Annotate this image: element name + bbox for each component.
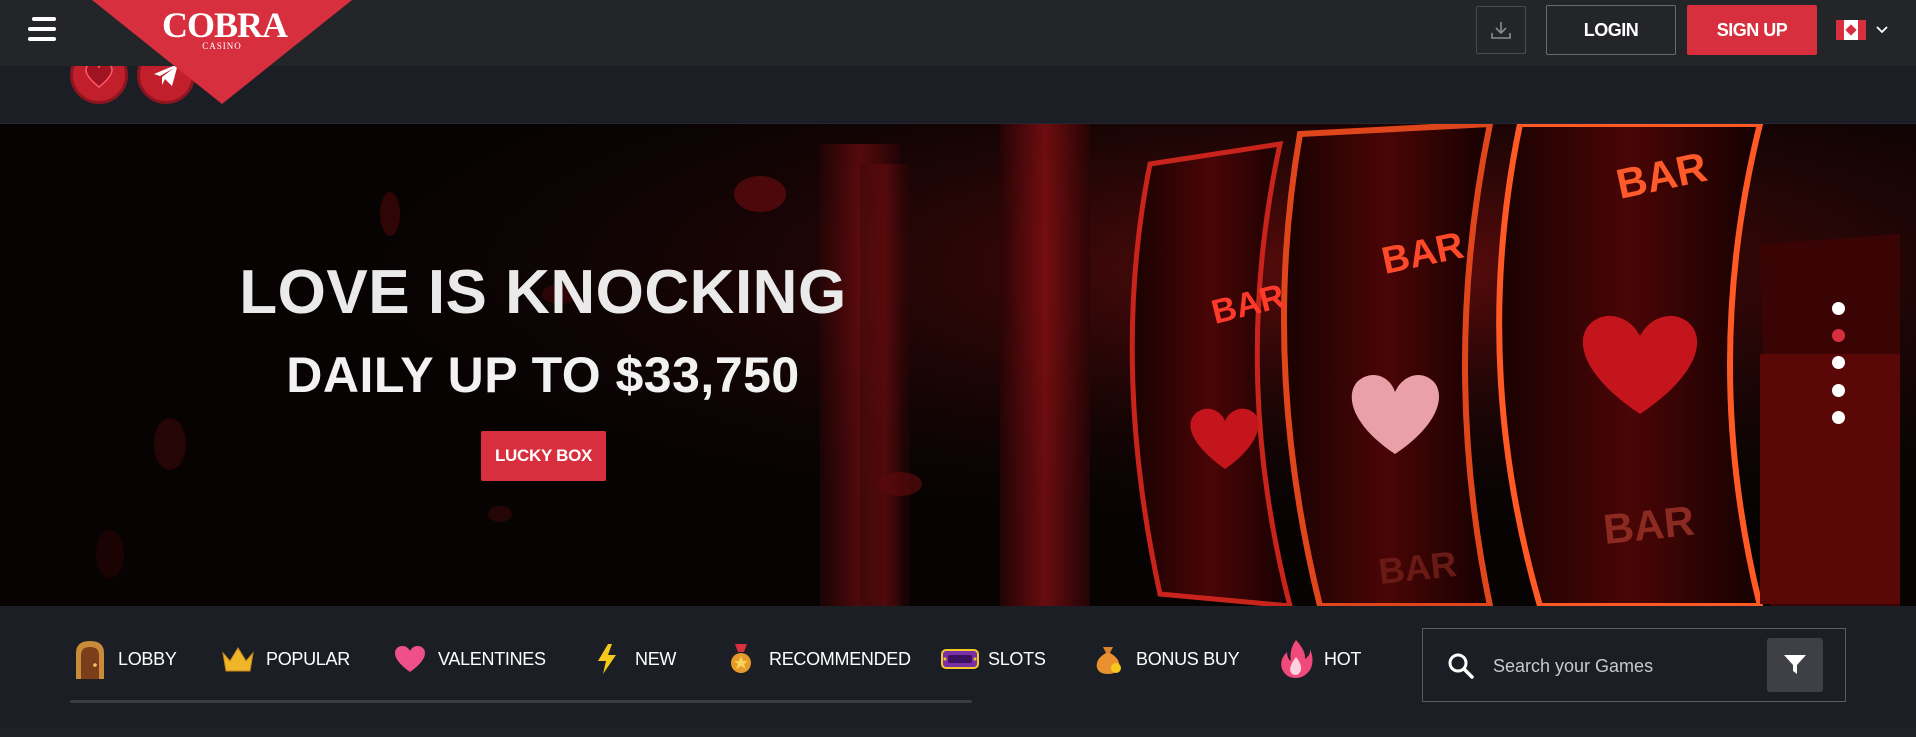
category-tab-hot[interactable]: HOT <box>1276 624 1376 694</box>
hero-subtitle: DAILY UP TO $33,750 <box>286 347 800 403</box>
slider-dot[interactable] <box>1832 384 1845 397</box>
fire-icon <box>1276 639 1316 679</box>
svg-text:BAR: BAR <box>1601 497 1696 553</box>
game-search-box <box>1422 628 1846 702</box>
slider-pagination <box>1832 302 1846 432</box>
category-label: SLOTS <box>988 648 1046 669</box>
category-tab-valentines[interactable]: VALENTINES <box>390 624 587 694</box>
hero-title: LOVE IS KNOCKING <box>239 258 847 327</box>
category-label: LOBBY <box>118 648 177 669</box>
category-label: RECOMMENDED <box>769 648 911 669</box>
hero-banner: BAR BAR BAR BAR BAR LOVE IS KNOCKING DAI… <box>0 124 1916 606</box>
slider-dot[interactable] <box>1832 411 1845 424</box>
money-bag-icon <box>1088 639 1128 679</box>
login-button[interactable]: LOGIN <box>1546 5 1676 55</box>
download-icon <box>1491 22 1511 39</box>
category-label: VALENTINES <box>438 648 546 669</box>
search-icon <box>1448 653 1474 679</box>
category-label: HOT <box>1324 648 1362 669</box>
search-input[interactable] <box>1493 647 1763 685</box>
filter-funnel-icon <box>1784 655 1806 674</box>
signup-button[interactable]: SIGN UP <box>1687 5 1817 55</box>
medal-icon <box>721 639 761 679</box>
svg-text:BAR: BAR <box>1377 543 1459 592</box>
page-bottom-edge <box>0 727 1916 737</box>
download-app-button[interactable] <box>1476 6 1526 54</box>
crown-icon <box>218 639 258 679</box>
category-tabs: LOBBY POPULAR VALENTINES NEW RECOMMENDED <box>70 624 1376 694</box>
language-selector[interactable] <box>1836 20 1894 40</box>
category-tab-lobby[interactable]: LOBBY <box>70 624 218 694</box>
category-tab-new[interactable]: NEW <box>587 624 721 694</box>
category-label: NEW <box>635 648 677 669</box>
logo-subtext: CASINO <box>202 41 242 51</box>
filter-button[interactable] <box>1767 638 1823 692</box>
lucky-box-button[interactable]: LUCKY BOX <box>481 431 606 481</box>
category-tab-slots[interactable]: SLOTS <box>940 624 1088 694</box>
game-category-bar: LOBBY POPULAR VALENTINES NEW RECOMMENDED <box>0 606 1916 737</box>
slot-sign-icon <box>940 639 980 679</box>
slider-dot[interactable] <box>1832 302 1845 315</box>
chevron-down-icon <box>1876 26 1888 34</box>
lobby-door-icon <box>70 639 110 679</box>
heart-icon <box>390 639 430 679</box>
category-tab-popular[interactable]: POPULAR <box>218 624 390 694</box>
logo[interactable]: COBRA CASINO <box>92 0 352 104</box>
category-scrollbar[interactable] <box>70 700 972 703</box>
hamburger-menu-icon[interactable] <box>28 14 60 44</box>
category-tab-recommended[interactable]: RECOMMENDED <box>721 624 940 694</box>
slider-dot[interactable] <box>1832 356 1845 369</box>
category-label: BONUS BUY <box>1136 648 1240 669</box>
logo-text: COBRA <box>162 5 288 45</box>
category-label: POPULAR <box>266 648 350 669</box>
canada-flag-icon <box>1836 20 1866 40</box>
category-tab-bonus-buy[interactable]: BONUS BUY <box>1088 624 1276 694</box>
slider-dot-active[interactable] <box>1832 329 1845 342</box>
lightning-icon <box>587 639 627 679</box>
